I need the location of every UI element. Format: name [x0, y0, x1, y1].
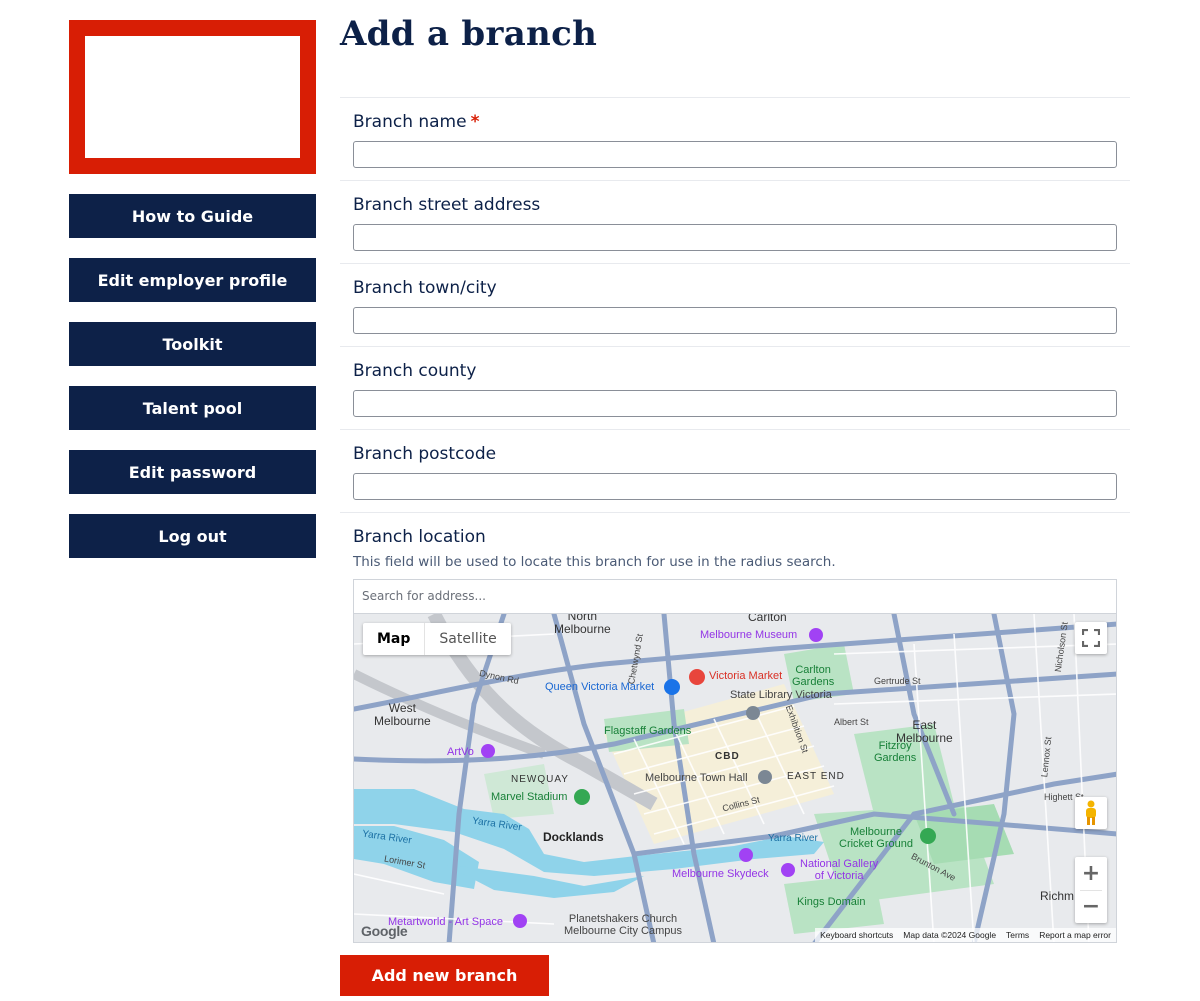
branch-county-label: Branch county — [353, 361, 477, 381]
employer-logo-frame — [69, 20, 316, 174]
fullscreen-icon — [1082, 629, 1100, 647]
branch-county-field: Branch county — [340, 346, 1130, 429]
map-label-melbourne-town-hall: Melbourne Town Hall — [645, 772, 748, 784]
map-label-yarra-river-3: Yarra River — [768, 833, 818, 844]
map-type-map-button[interactable]: Map — [363, 623, 426, 655]
edit-employer-profile-button[interactable]: Edit employer profile — [69, 258, 316, 302]
address-search-input[interactable]: Search for address... — [353, 579, 1117, 613]
map-label-albert-st: Albert St — [834, 717, 869, 727]
report-map-error-link[interactable]: Report a map error — [1034, 928, 1116, 942]
keyboard-shortcuts-link[interactable]: Keyboard shortcuts — [815, 928, 898, 942]
branch-name-field: Branch name * — [340, 97, 1130, 180]
map-label-richmond: Richm — [1040, 889, 1075, 903]
google-logo: Google — [361, 923, 408, 939]
zoom-out-button[interactable]: − — [1075, 890, 1107, 923]
map-data-attribution: Map data ©2024 Google — [903, 930, 997, 940]
map-label-cbd: CBD — [715, 751, 740, 762]
branch-street-address-field: Branch street address — [340, 180, 1130, 263]
map-label-melbourne-museum: Melbourne Museum — [700, 629, 798, 641]
branch-street-address-label: Branch street address — [353, 195, 541, 215]
map-label-flagstaff-gardens: Flagstaff Gardens — [604, 725, 692, 737]
location-map[interactable]: North Melbourne Carlton Melbourne Museum… — [353, 613, 1117, 943]
employer-logo-placeholder — [85, 36, 300, 158]
map-label-national-gallery: National Gallery of Victoria — [800, 858, 879, 882]
map-label-carlton-gardens: Carlton Gardens — [792, 664, 835, 688]
map-label-marvel-stadium: Marvel Stadium — [491, 791, 568, 803]
map-label-west-melbourne: West Melbourne — [374, 701, 431, 728]
branch-town-city-input[interactable] — [353, 307, 1117, 334]
branch-location-label: Branch location — [353, 527, 486, 547]
map-label-mcg: Melbourne Cricket Ground — [839, 826, 913, 850]
page-title: Add a branch — [340, 14, 598, 54]
edit-password-button[interactable]: Edit password — [69, 450, 316, 494]
branch-postcode-label: Branch postcode — [353, 444, 497, 464]
map-label-kings-domain: Kings Domain — [797, 896, 866, 908]
map-attribution-bar: Keyboard shortcuts Map data ©2024 Google… — [815, 928, 1116, 942]
map-type-satellite-button[interactable]: Satellite — [425, 623, 510, 655]
talent-pool-button[interactable]: Talent pool — [69, 386, 316, 430]
branch-street-address-input[interactable] — [353, 224, 1117, 251]
terms-link[interactable]: Terms — [1001, 928, 1034, 942]
map-label-north-melbourne: North Melbourne — [554, 613, 611, 636]
branch-postcode-field: Branch postcode — [340, 429, 1130, 512]
map-label-queen-victoria-market: Queen Victoria Market — [545, 681, 655, 693]
map-label-fitzroy-gardens: Fitzroy Gardens — [874, 740, 917, 764]
map-label-carlton: Carlton — [748, 613, 787, 624]
add-branch-form: Branch name * Branch street address Branc… — [340, 97, 1130, 943]
branch-county-input[interactable] — [353, 390, 1117, 417]
map-label-melbourne-skydeck: Melbourne Skydeck — [672, 868, 769, 880]
map-label-planetshakers: Planetshakers Church Melbourne City Camp… — [564, 913, 682, 937]
branch-name-input[interactable] — [353, 141, 1117, 168]
zoom-in-button[interactable]: + — [1075, 857, 1107, 890]
zoom-control: + − — [1075, 857, 1107, 923]
branch-town-city-label: Branch town/city — [353, 278, 497, 298]
how-to-guide-button[interactable]: How to Guide — [69, 194, 316, 238]
toolkit-button[interactable]: Toolkit — [69, 322, 316, 366]
map-label-gertrude-st: Gertrude St — [874, 676, 921, 686]
sidebar-nav: How to Guide Edit employer profile Toolk… — [69, 194, 316, 578]
street-view-pegman-button[interactable] — [1075, 797, 1107, 829]
map-label-docklands: Docklands — [543, 830, 604, 844]
add-new-branch-button[interactable]: Add new branch — [340, 955, 549, 996]
branch-town-city-field: Branch town/city — [340, 263, 1130, 346]
required-marker: * — [470, 112, 480, 132]
branch-postcode-input[interactable] — [353, 473, 1117, 500]
map-label-east-end: EAST END — [787, 771, 845, 782]
branch-location-help: This field will be used to locate this b… — [353, 554, 836, 570]
map-label-artvo: ArtVo — [447, 746, 474, 758]
map-label-state-library: State Library Victoria — [730, 689, 832, 701]
branch-location-field: Branch location This field will be used … — [340, 512, 1130, 943]
log-out-button[interactable]: Log out — [69, 514, 316, 558]
map-label-victoria-market: Victoria Market — [709, 670, 783, 682]
pegman-icon — [1086, 800, 1096, 825]
branch-name-label: Branch name * — [353, 112, 480, 132]
fullscreen-button[interactable] — [1075, 622, 1107, 654]
map-type-control: Map Satellite — [363, 623, 511, 655]
map-label-newquay: NEWQUAY — [511, 774, 569, 785]
